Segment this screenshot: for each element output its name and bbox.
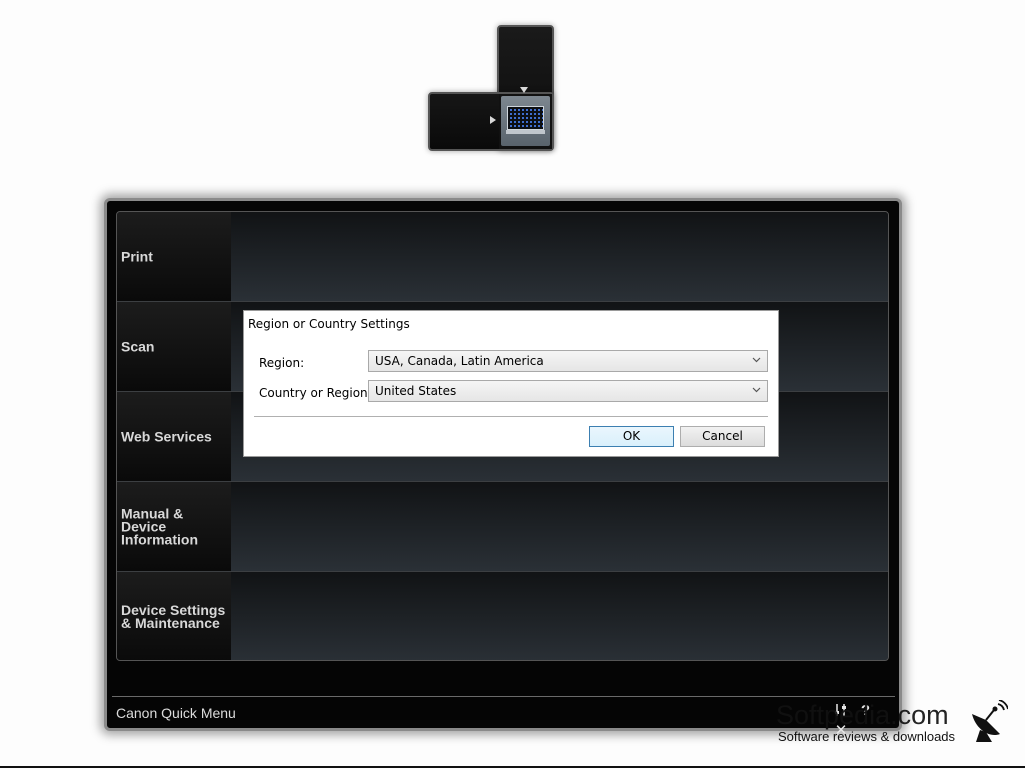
printer-base-icon (506, 130, 545, 134)
country-select[interactable]: United States (368, 380, 768, 402)
chevron-down-icon (752, 353, 761, 370)
expand-down-arrow-icon[interactable] (520, 87, 528, 93)
app-name: Canon Quick Menu (116, 705, 236, 721)
menu-item-content (231, 212, 888, 301)
menu-item-device-settings[interactable]: Device Settings & Maintenance (117, 572, 888, 660)
menu-item-label-cell: Web Services (117, 392, 231, 481)
bottom-divider (112, 696, 895, 697)
region-label: Region: (259, 356, 305, 370)
softpedia-watermark: Softpedia.com Software reviews & downloa… (776, 700, 1016, 748)
menu-item-label: Web Services (121, 428, 212, 444)
satellite-dish-icon (972, 700, 1008, 742)
menu-item-label-cell: Scan (117, 302, 231, 391)
cancel-button[interactable]: Cancel (680, 426, 765, 447)
menu-item-print[interactable]: Print (117, 212, 888, 302)
region-settings-dialog: Region or Country Settings Region: USA, … (243, 310, 779, 457)
region-value: USA, Canada, Latin America (375, 354, 544, 368)
menu-item-label: Scan (121, 338, 155, 354)
ok-button[interactable]: OK (589, 426, 674, 447)
mini-launcher[interactable] (428, 25, 556, 153)
menu-item-manual-device-info[interactable]: Manual & Device Information (117, 482, 888, 572)
menu-item-label-cell: Print (117, 212, 231, 301)
menu-item-label: Print (121, 248, 153, 264)
watermark-tagline: Software reviews & downloads (778, 729, 956, 744)
chevron-down-icon (752, 383, 761, 400)
expand-right-arrow-icon[interactable] (490, 116, 496, 124)
menu-item-label-cell: Device Settings & Maintenance (117, 572, 231, 660)
bottom-edge-line (0, 766, 1025, 768)
region-select[interactable]: USA, Canada, Latin America (368, 350, 768, 372)
menu-item-label: Manual & Device Information (121, 505, 198, 547)
dialog-title: Region or Country Settings (248, 317, 410, 331)
watermark-site: Softpedia.com (776, 700, 949, 730)
quick-menu-window: Print Scan Web Services Manual & Device … (104, 198, 902, 739)
menu-item-label-cell: Manual & Device Information (117, 482, 231, 571)
menu-item-label: Device Settings & Maintenance (121, 602, 226, 631)
country-label: Country or Region: (259, 386, 372, 400)
printer-display-icon (507, 106, 544, 130)
menu-item-content (231, 572, 888, 660)
device-tile[interactable] (501, 96, 550, 146)
menu-item-content (231, 482, 888, 571)
dialog-divider (254, 416, 768, 417)
country-value: United States (375, 384, 457, 398)
